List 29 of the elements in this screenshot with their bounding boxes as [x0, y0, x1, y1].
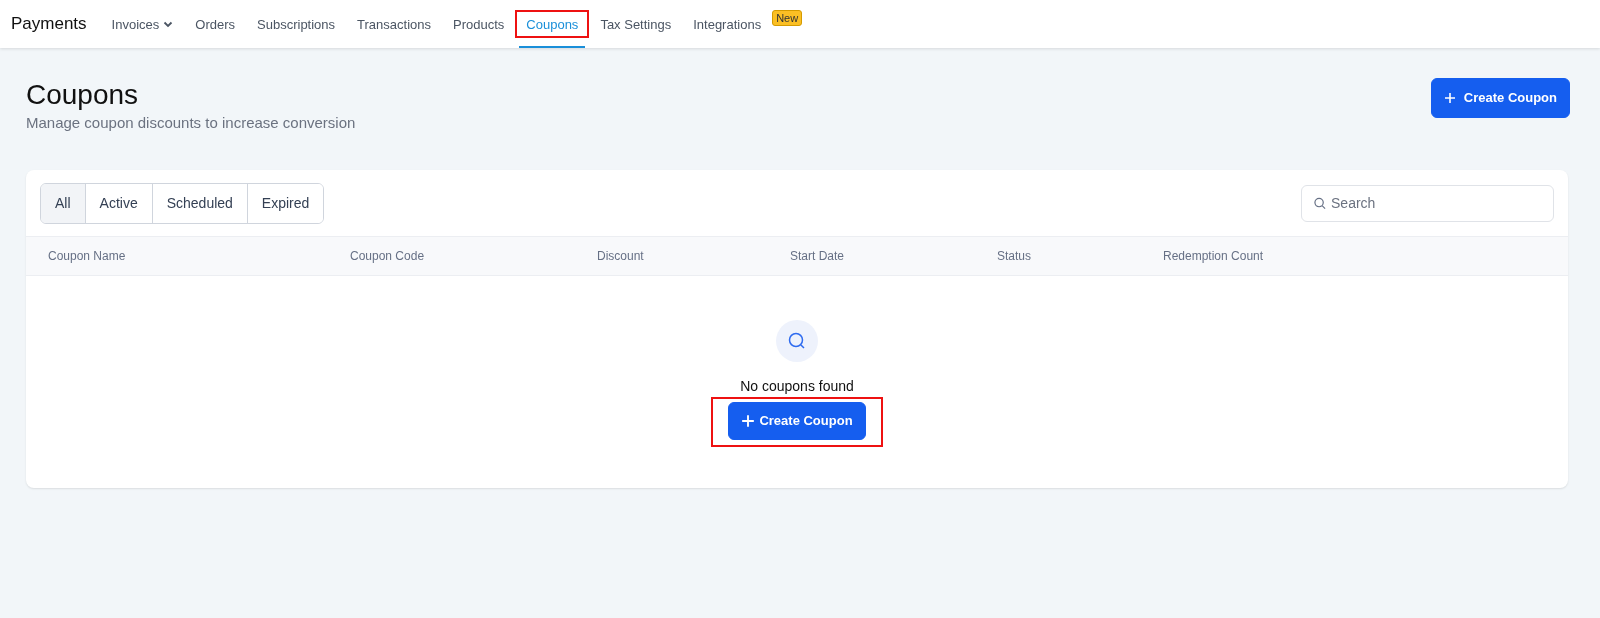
new-badge: New	[772, 10, 803, 27]
nav-tab[interactable]: Integrations	[686, 0, 769, 48]
filter-tab[interactable]: All	[41, 184, 85, 224]
nav-tab[interactable]: Coupons	[519, 0, 586, 48]
column-header: Coupon Code	[350, 248, 426, 266]
page-title: Coupons	[26, 78, 140, 112]
page-subtitle: Manage coupon discounts to increase conversion	[26, 112, 356, 133]
nav-tab[interactable]: Products	[446, 0, 512, 48]
create-coupon-button[interactable]: Create Coupon	[728, 402, 866, 440]
empty-message: No coupons found	[740, 377, 854, 397]
nav-tab[interactable]: Orders	[188, 0, 243, 48]
search-icon	[776, 320, 818, 363]
column-header: Redemption Count	[1163, 248, 1265, 266]
chevron-down-icon	[163, 20, 174, 28]
nav-tab[interactable]: Invoices	[104, 0, 181, 48]
search-icon	[1314, 197, 1327, 211]
search-box[interactable]: Search	[1301, 185, 1554, 223]
column-header: Start Date	[790, 248, 846, 266]
nav-tab[interactable]: Transactions	[350, 0, 438, 48]
nav-tab[interactable]: Subscriptions	[250, 0, 343, 48]
filter-tab[interactable]: Expired	[246, 184, 324, 224]
plus-icon	[1443, 91, 1456, 104]
column-header: Status	[997, 248, 1033, 266]
app-title: Payments	[11, 13, 87, 36]
column-header: Discount	[597, 248, 645, 266]
create-coupon-button[interactable]: Create Coupon	[1430, 78, 1570, 118]
nav-tab[interactable]: Tax Settings	[593, 0, 679, 48]
plus-icon	[741, 413, 756, 428]
column-header: Coupon Name	[48, 248, 127, 266]
